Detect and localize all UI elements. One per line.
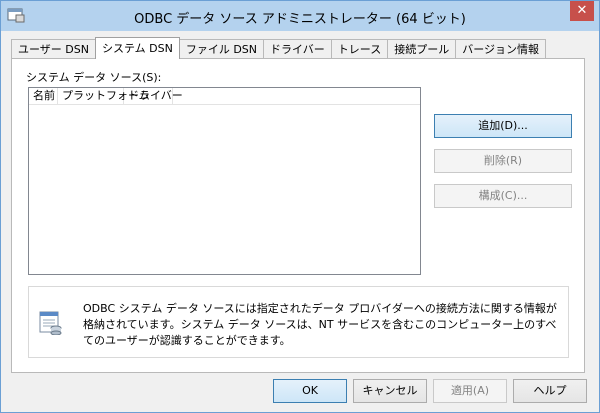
remove-button[interactable]: 削除(R) — [434, 149, 572, 173]
close-icon: ✕ — [576, 3, 588, 18]
database-info-icon — [39, 309, 63, 336]
tab-drivers[interactable]: ドライバー — [263, 39, 332, 58]
tab-user-dsn[interactable]: ユーザー DSN — [11, 39, 96, 58]
info-description: ODBC システム データ ソースには指定されたデータ プロバイダーへの接続方法… — [83, 302, 557, 347]
list-header: 名前 プラットフォーム ドライバー — [29, 88, 420, 105]
tab-tracing[interactable]: トレース — [330, 39, 389, 58]
configure-button[interactable]: 構成(C)... — [434, 184, 572, 208]
tab-file-dsn[interactable]: ファイル DSN — [178, 39, 265, 58]
tab-connection-pooling[interactable]: 接続プール — [387, 39, 457, 58]
cancel-button[interactable]: キャンセル — [353, 379, 427, 403]
column-header-platform[interactable]: プラットフォーム — [58, 88, 150, 104]
add-button[interactable]: 追加(D)... — [434, 114, 572, 138]
tab-about[interactable]: バージョン情報 — [455, 39, 547, 58]
close-button[interactable]: ✕ — [570, 1, 594, 21]
window-title: ODBC データ ソース アドミニストレーター (64 ビット) — [134, 12, 466, 27]
apply-button[interactable]: 適用(A) — [433, 379, 507, 403]
system-dsn-panel: システム データ ソース(S): 名前 プラットフォーム ドライバー 追加(D)… — [11, 58, 585, 373]
system-dsn-list[interactable]: 名前 プラットフォーム ドライバー — [28, 87, 421, 275]
system-data-sources-label: システム データ ソース(S): — [26, 71, 162, 84]
tab-system-dsn[interactable]: システム DSN — [94, 37, 180, 59]
tab-strip: ユーザー DSN システム DSN ファイル DSN ドライバー トレース 接続… — [11, 37, 547, 59]
info-box: ODBC システム データ ソースには指定されたデータ プロバイダーへの接続方法… — [28, 286, 569, 358]
column-header-name[interactable]: 名前 — [29, 88, 58, 104]
title-bar[interactable]: ODBC データ ソース アドミニストレーター (64 ビット) ✕ — [1, 1, 599, 31]
odbc-window: ODBC データ ソース アドミニストレーター (64 ビット) ✕ ユーザー … — [0, 0, 600, 413]
help-button[interactable]: ヘルプ — [513, 379, 587, 403]
column-header-driver[interactable]: ドライバー — [124, 88, 183, 104]
ok-button[interactable]: OK — [273, 379, 347, 403]
dialog-client: ユーザー DSN システム DSN ファイル DSN ドライバー トレース 接続… — [1, 31, 599, 412]
